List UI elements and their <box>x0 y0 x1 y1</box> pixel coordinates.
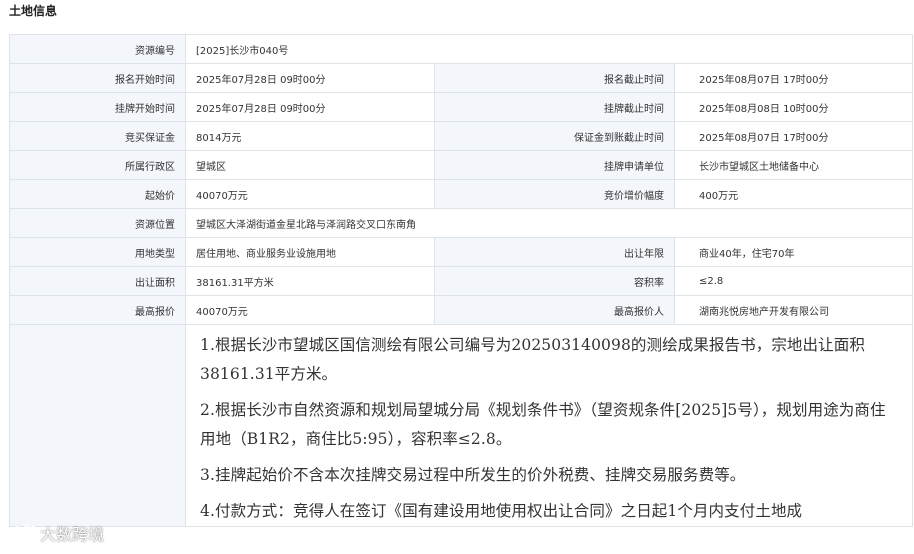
note-2: 2.根据长沙市自然资源和规划局望城分局《规划条件书》（望资规条件[2025]5号… <box>200 401 886 448</box>
location-value: 望城区大泽湖街道金星北路与泽润路交叉口东南角 <box>184 208 914 238</box>
table-row: 报名开始时间 2025年07月28日 09时00分 报名截止时间 2025年08… <box>9 63 914 93</box>
notes-cell: 1.根据长沙市望城区国信测绘有限公司编号为202503140098的测绘成果报告… <box>184 324 914 527</box>
term-value: 商业40年，住宅70年 <box>673 237 914 267</box>
table-row: 竞买保证金 8014万元 保证金到账截止时间 2025年08月07日 17时00… <box>9 121 914 151</box>
list-end-value: 2025年08月08日 10时00分 <box>673 92 914 122</box>
resource-no-label: 资源编号 <box>9 34 186 64</box>
district-label: 所属行政区 <box>9 150 186 180</box>
notes-label <box>9 324 186 527</box>
deposit-deadline-value: 2025年08月07日 17时00分 <box>673 121 914 151</box>
applicant-label: 挂牌申请单位 <box>434 150 675 180</box>
far-label: 容积率 <box>434 266 675 296</box>
area-value: 38161.31平方米 <box>185 266 435 296</box>
note-4: 4.付款方式：竞得人在签订《国有建设用地使用权出让合同》之日起1个月内支付土地成 <box>200 502 803 520</box>
table-row: 起始价 40070万元 竞价增价幅度 400万元 <box>9 179 914 209</box>
note-3: 3.挂牌起始价不含本次挂牌交易过程中所发生的价外税费、挂牌交易服务费等。 <box>200 466 746 484</box>
term-label: 出让年限 <box>434 237 675 267</box>
brand-logo-icon <box>8 522 37 544</box>
top-bid-value: 40070万元 <box>185 295 435 325</box>
top-bidder-value: 湖南兆悦房地产开发有限公司 <box>673 295 914 325</box>
start-price-label: 起始价 <box>9 179 186 209</box>
applicant-value: 长沙市望城区土地储备中心 <box>673 150 914 180</box>
table-row: 挂牌开始时间 2025年07月28日 09时00分 挂牌截止时间 2025年08… <box>9 92 914 122</box>
notes-row: 1.根据长沙市望城区国信测绘有限公司编号为202503140098的测绘成果报告… <box>9 324 914 527</box>
deposit-deadline-label: 保证金到账截止时间 <box>434 121 675 151</box>
table-row: 出让面积 38161.31平方米 容积率 ≤2.8 <box>9 266 914 296</box>
table-row: 资源位置 望城区大泽湖街道金星北路与泽润路交叉口东南角 <box>9 208 914 238</box>
district-value: 望城区 <box>185 150 435 180</box>
section-title: 土地信息 <box>9 4 58 18</box>
land-info-table: 资源编号 [2025]长沙市040号 报名开始时间 2025年07月28日 09… <box>9 34 914 527</box>
increment-value: 400万元 <box>673 179 914 209</box>
start-price-value: 40070万元 <box>185 179 435 209</box>
reg-start-value: 2025年07月28日 09时00分 <box>185 63 435 93</box>
watermark-text: 大数跨境 <box>40 525 105 544</box>
list-start-value: 2025年07月28日 09时00分 <box>185 92 435 122</box>
reg-start-label: 报名开始时间 <box>9 63 186 93</box>
top-bidder-label: 最高报价人 <box>434 295 675 325</box>
location-label: 资源位置 <box>9 208 186 238</box>
usage-value: 居住用地、商业服务业设施用地 <box>185 237 435 267</box>
area-label: 出让面积 <box>9 266 186 296</box>
increment-label: 竞价增价幅度 <box>434 179 675 209</box>
list-end-label: 挂牌截止时间 <box>434 92 675 122</box>
list-start-label: 挂牌开始时间 <box>9 92 186 122</box>
reg-end-value: 2025年08月07日 17时00分 <box>673 63 914 93</box>
reg-end-label: 报名截止时间 <box>434 63 675 93</box>
table-row: 资源编号 [2025]长沙市040号 <box>9 34 914 64</box>
deposit-label: 竞买保证金 <box>9 121 186 151</box>
top-bid-label: 最高报价 <box>9 295 186 325</box>
resource-no-value: [2025]长沙市040号 <box>184 34 914 64</box>
deposit-value: 8014万元 <box>185 121 435 151</box>
note-1: 1.根据长沙市望城区国信测绘有限公司编号为202503140098的测绘成果报告… <box>200 336 865 383</box>
table-row: 最高报价 40070万元 最高报价人 湖南兆悦房地产开发有限公司 <box>9 295 914 325</box>
table-row: 用地类型 居住用地、商业服务业设施用地 出让年限 商业40年，住宅70年 <box>9 237 914 267</box>
far-value: ≤2.8 <box>673 266 914 296</box>
usage-label: 用地类型 <box>9 237 186 267</box>
table-row: 所属行政区 望城区 挂牌申请单位 长沙市望城区土地储备中心 <box>9 150 914 180</box>
watermark: 大数跨境 <box>8 521 104 545</box>
